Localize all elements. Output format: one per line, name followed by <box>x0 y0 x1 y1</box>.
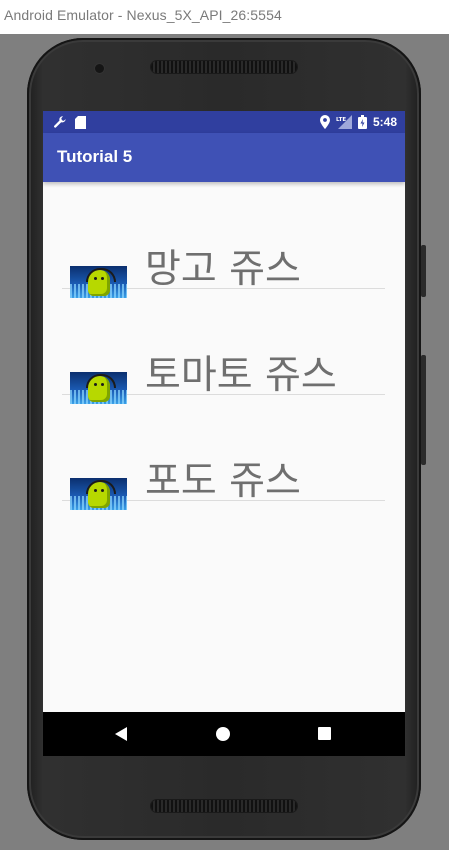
sd-card-icon <box>75 115 86 129</box>
power-button[interactable] <box>421 245 426 297</box>
bottom-speaker-grille <box>151 800 297 812</box>
list-item-label: 토마토 쥬스 <box>145 353 337 398</box>
status-right-icons: LTE 5:48 <box>319 114 397 130</box>
volume-rocker[interactable] <box>421 355 426 465</box>
front-camera-icon <box>95 64 104 73</box>
emulator-title-bar: Android Emulator - Nexus_5X_API_26:5554 <box>0 0 449 34</box>
status-bar: LTE 5:48 <box>43 111 405 133</box>
network-type-label: LTE <box>336 117 346 123</box>
list-item-label: 망고 쥬스 <box>145 247 301 292</box>
android-thumbnail-icon <box>70 478 127 510</box>
top-speaker-grille <box>151 61 297 73</box>
wrench-icon <box>54 116 66 128</box>
list-item[interactable]: 포도 쥬스 <box>62 394 385 510</box>
window-title: Android Emulator - Nexus_5X_API_26:5554 <box>4 7 282 23</box>
back-button-icon[interactable] <box>115 727 127 741</box>
status-left-icons <box>53 114 86 130</box>
status-time: 5:48 <box>372 115 397 129</box>
list-item[interactable]: 망고 쥬스 <box>62 182 385 298</box>
home-button-icon[interactable] <box>216 727 230 741</box>
navigation-bar <box>43 712 405 756</box>
device-screen: LTE 5:48 Tutorial 5 망고 쥬스 토마토 쥬스 포도 쥬스 <box>43 111 405 756</box>
recents-button-icon[interactable] <box>318 727 331 740</box>
location-icon <box>319 115 330 129</box>
lte-signal-icon: LTE <box>336 115 352 129</box>
list-item[interactable]: 토마토 쥬스 <box>62 288 385 404</box>
battery-charging-icon <box>357 115 367 129</box>
app-bar: Tutorial 5 <box>43 133 405 182</box>
app-bar-title: Tutorial 5 <box>57 147 133 166</box>
list-item-label: 포도 쥬스 <box>145 459 301 504</box>
